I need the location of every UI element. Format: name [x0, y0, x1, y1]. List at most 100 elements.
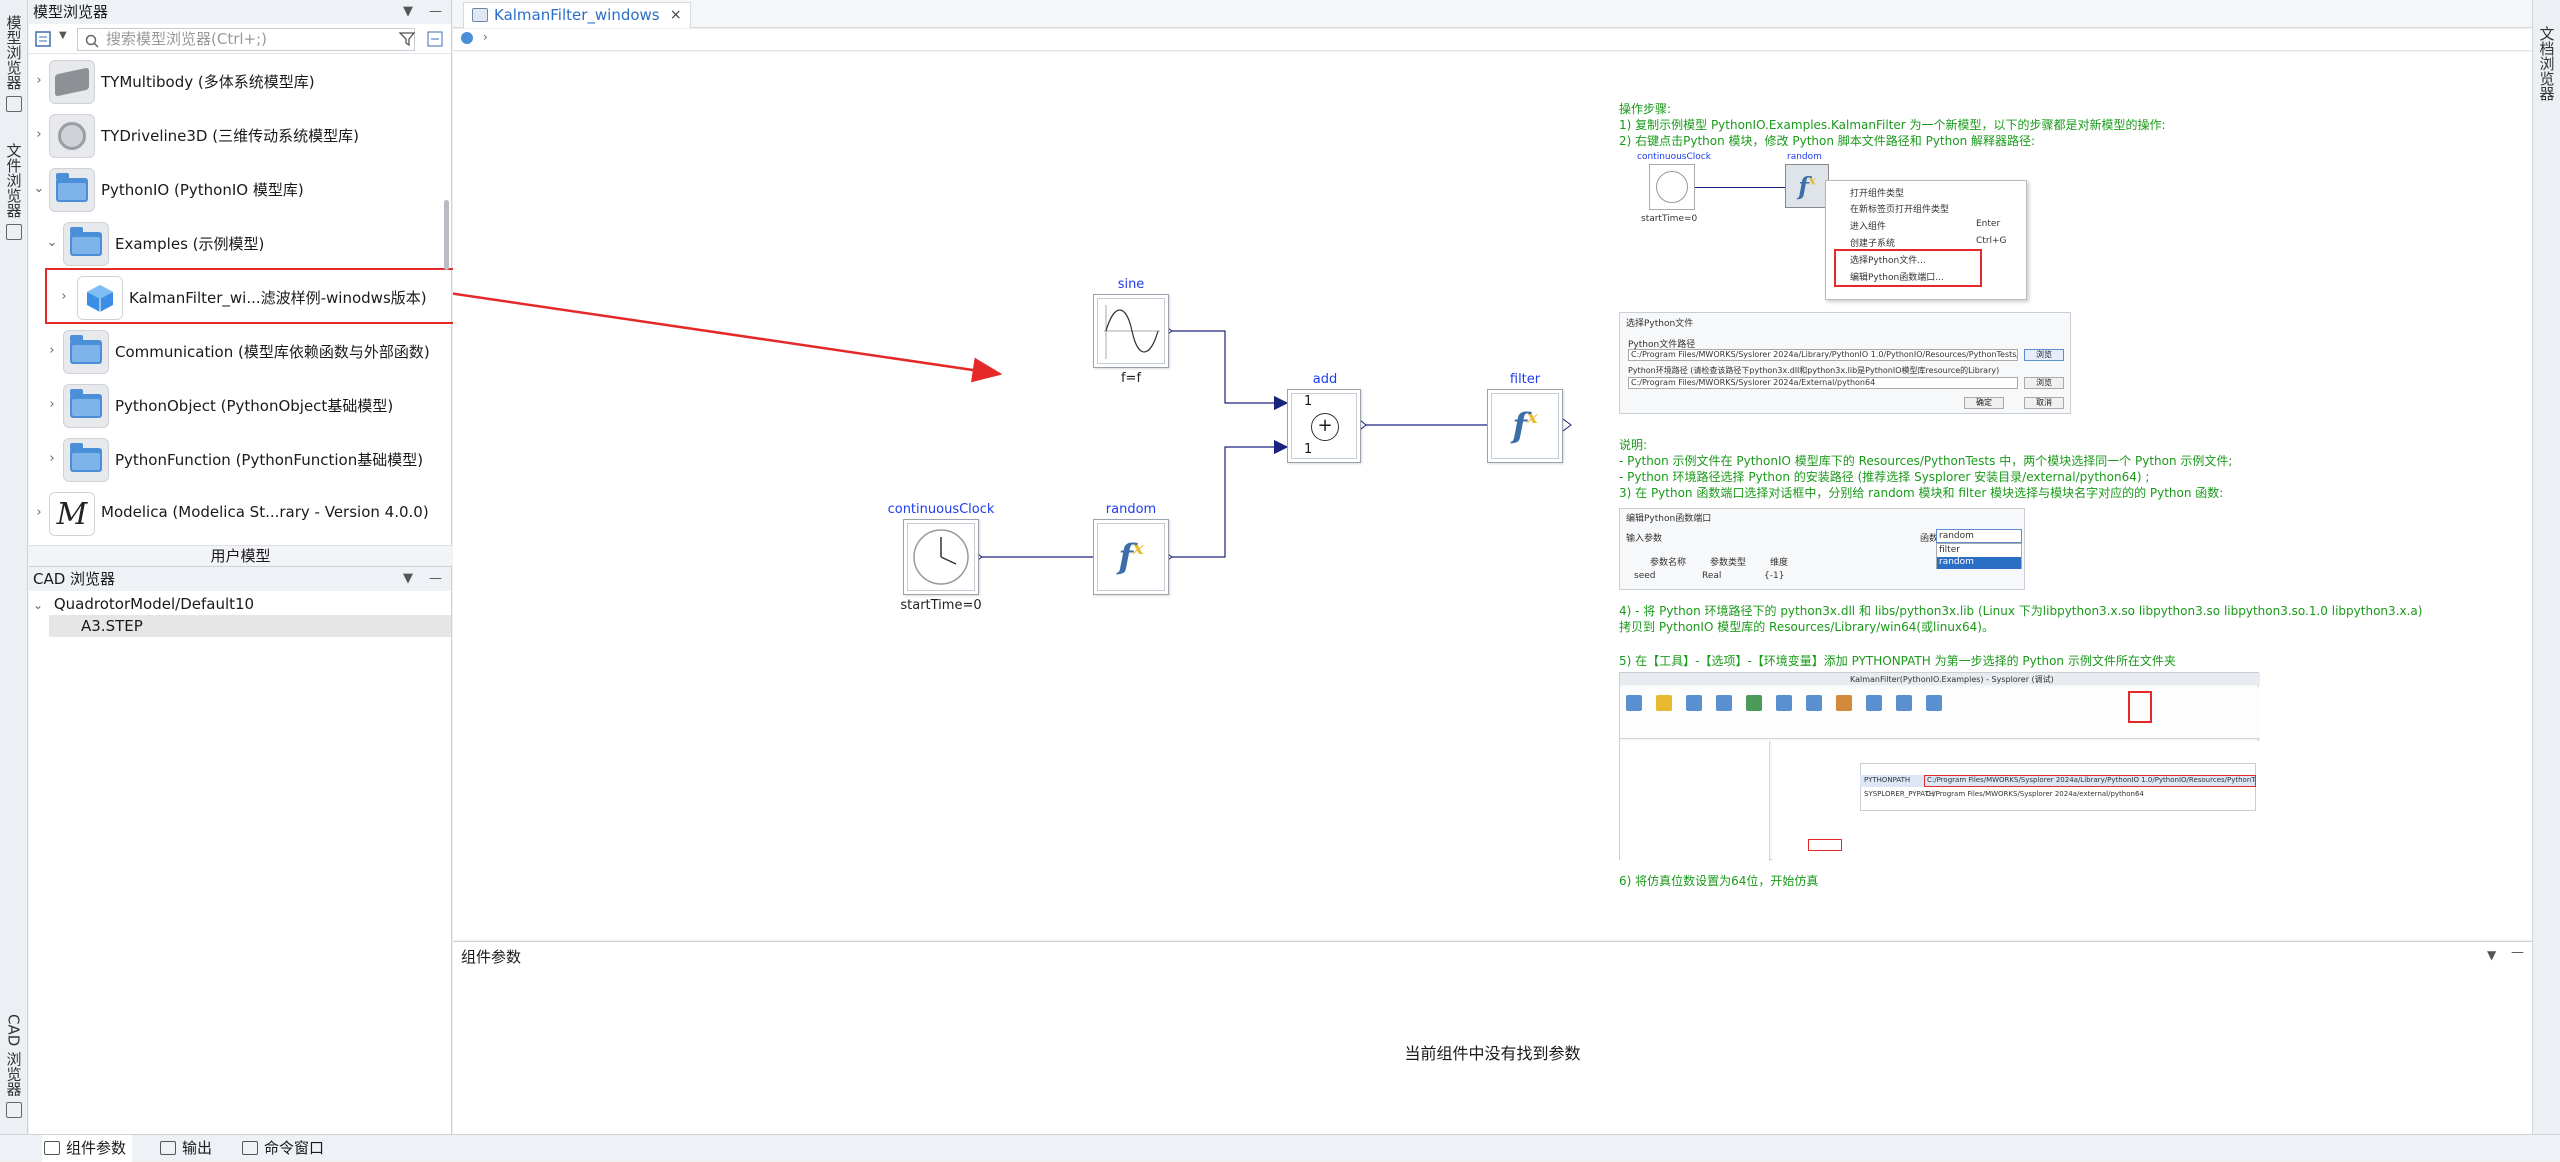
- tab-label: 输出: [182, 1139, 213, 1157]
- tree-item-label: Modelica (Modelica St...rary - Version 4…: [101, 503, 429, 521]
- bottom-tab-bar: 组件参数 输出 命令窗口: [0, 1134, 2560, 1162]
- file-browser-icon[interactable]: [6, 224, 22, 240]
- filter-icon[interactable]: [399, 31, 417, 47]
- chevron-down-icon[interactable]: ⌄: [32, 181, 46, 196]
- instruction-screenshot-env-vars: KalmanFilter(PythonIO.Examples) - Sysplo…: [1619, 672, 2260, 861]
- chevron-right-icon[interactable]: ›: [45, 451, 59, 466]
- tree-item-label: Communication (模型库依赖函数与外部函数): [115, 343, 430, 361]
- tree-item-pythonobject[interactable]: › PythonObject (PythonObject基础模型): [29, 379, 449, 433]
- vtab-document-browser[interactable]: 文档浏览器: [2535, 8, 2559, 118]
- chevron-down-icon[interactable]: ⌄: [45, 235, 59, 250]
- desc-line1: - Python 示例文件在 PythonIO 模型库下的 Resources/…: [1619, 454, 2233, 468]
- tree-item-examples[interactable]: ⌄ Examples (示例模型): [29, 217, 449, 271]
- block-clock-param: startTime=0: [900, 598, 982, 613]
- minimize-icon[interactable]: —: [2511, 945, 2524, 960]
- user-models-label[interactable]: 用户模型: [29, 545, 452, 565]
- folder-icon: [63, 384, 109, 428]
- cad-browser-icon[interactable]: [6, 1102, 22, 1118]
- wire-random-add: [1168, 439, 1289, 558]
- model-browser-scrollbar[interactable]: [444, 200, 449, 270]
- chevron-right-icon[interactable]: ›: [483, 30, 488, 44]
- desc-line2: - Python 环境路径选择 Python 的安装路径 (推荐选择 Syspl…: [1619, 470, 2150, 484]
- folder-icon: [49, 168, 95, 212]
- instructions-step4a: 4) - 将 Python 环境路径下的 python3x.dll 和 libs…: [1619, 604, 2423, 618]
- tab-component-params[interactable]: 组件参数: [42, 1135, 132, 1162]
- cad-item-a3step[interactable]: A3.STEP: [49, 615, 451, 637]
- tree-item-pythonfunction[interactable]: › PythonFunction (PythonFunction基础模型): [29, 433, 449, 487]
- block-random-label: random: [1105, 502, 1157, 517]
- tree-item-tymultibody[interactable]: › TYMultibody (多体系统模型库): [29, 55, 449, 109]
- block-sine[interactable]: [1093, 294, 1169, 368]
- instruction-screenshot-function-port: 编辑Python函数端口 输入参数 函数 random filter rando…: [1619, 508, 2025, 590]
- block-sine-label: sine: [1117, 277, 1145, 292]
- chevron-right-icon[interactable]: ›: [45, 397, 59, 412]
- mini-random-block: fx: [1785, 164, 1829, 208]
- block-continuous-clock[interactable]: [903, 519, 979, 595]
- tree-item-label: KalmanFilter_wi...滤波样例-winodws版本): [129, 289, 427, 307]
- tree-item-communication[interactable]: › Communication (模型库依赖函数与外部函数): [29, 325, 449, 379]
- view-dropdown-icon[interactable]: ▼: [59, 30, 67, 41]
- vtab-cad-browser[interactable]: CAD 浏览器: [2, 1010, 26, 1100]
- cad-browser-title: CAD 浏览器: [33, 570, 116, 588]
- diagram-icon: [472, 8, 488, 22]
- block-filter[interactable]: fx: [1487, 389, 1563, 463]
- chevron-right-icon[interactable]: ›: [45, 343, 59, 358]
- tab-label: 组件参数: [66, 1139, 127, 1157]
- mini-start-label: startTime=0: [1641, 214, 1698, 224]
- block-add-label: add: [1312, 372, 1338, 387]
- chevron-down-icon[interactable]: ▼: [2487, 948, 2496, 962]
- model-browser-toolbar: ▼ 搜索模型浏览器(Ctrl+;): [29, 24, 451, 54]
- mini-clock-label: continuousClock: [1637, 152, 1711, 162]
- annotation-arrow: [453, 292, 1003, 383]
- folder-icon: [63, 330, 109, 374]
- block-random[interactable]: fx: [1093, 519, 1169, 595]
- tree-item-label: PythonObject (PythonObject基础模型): [115, 397, 394, 415]
- chevron-down-icon[interactable]: ▼: [403, 567, 413, 591]
- minimize-icon[interactable]: —: [429, 567, 442, 591]
- folder-icon: [63, 438, 109, 482]
- minimize-icon[interactable]: —: [429, 0, 442, 24]
- modelica-icon: M: [49, 492, 95, 536]
- diagram-canvas[interactable]: sine f=f add 1 1 + filter fx continuousC…: [453, 52, 2532, 940]
- library-icon: [49, 114, 95, 158]
- model-browser-icon[interactable]: [6, 96, 22, 112]
- block-add[interactable]: 1 1 +: [1287, 389, 1361, 463]
- tree-view-icon[interactable]: [35, 31, 51, 47]
- model-icon[interactable]: [461, 32, 473, 44]
- mini-context-menu: 打开组件类型 在新标签页打开组件类型 进入组件 Enter 创建子系统 Ctrl…: [1825, 180, 2027, 300]
- cad-item-label: A3.STEP: [81, 617, 143, 635]
- tree-item-label: TYMultibody (多体系统模型库): [101, 73, 315, 91]
- cad-item-quadrotor[interactable]: ⌄ QuadrotorModel/Default10: [33, 593, 254, 615]
- chevron-right-icon[interactable]: ›: [32, 73, 46, 88]
- tab-output[interactable]: 输出: [158, 1135, 218, 1162]
- chevron-right-icon[interactable]: ›: [57, 289, 71, 304]
- block-filter-label: filter: [1509, 372, 1541, 387]
- folder-icon: [63, 222, 109, 266]
- tab-command-window[interactable]: 命令窗口: [240, 1135, 330, 1162]
- chevron-down-icon[interactable]: ⌄: [33, 598, 43, 612]
- tree-item-label: PythonIO (PythonIO 模型库): [101, 181, 304, 199]
- list-icon: [44, 1141, 60, 1155]
- tree-item-label: PythonFunction (PythonFunction基础模型): [115, 451, 424, 469]
- instruction-screenshot-context-menu: continuousClock startTime=0 random fx 打开…: [1619, 152, 2027, 300]
- instructions-step2: 2) 右键点击Python 模块，修改 Python 脚本文件路径和 Pytho…: [1619, 134, 2036, 148]
- chevron-right-icon[interactable]: ›: [32, 127, 46, 142]
- add-symbol: +: [1311, 413, 1339, 441]
- close-icon[interactable]: ×: [670, 3, 682, 27]
- tree-item-kalmanfilter[interactable]: › KalmanFilter_wi...滤波样例-winodws版本): [29, 271, 449, 325]
- collapse-all-icon[interactable]: [427, 31, 443, 47]
- tree-item-pythonio[interactable]: ⌄ PythonIO (PythonIO 模型库): [29, 163, 449, 217]
- chevron-down-icon[interactable]: ▼: [403, 0, 413, 24]
- instructions-step3: 3) 在 Python 函数端口选择对话框中，分别给 random 模块和 fi…: [1619, 486, 2224, 500]
- vtab-model-browser[interactable]: 模型浏览器: [2, 12, 26, 92]
- vtab-file-browser[interactable]: 文件浏览器: [2, 140, 26, 220]
- mini-highlight-box: [1834, 249, 1982, 287]
- instructions-step6: 6) 将仿真位数设置为64位，开始仿真: [1619, 874, 1819, 888]
- mini-random-label: random: [1787, 152, 1822, 162]
- model-browser-panel: 模型浏览器 ▼ — ▼ 搜索模型浏览器(Ctrl+;) › TYMultibod…: [29, 0, 463, 565]
- tab-kalmanfilter-windows[interactable]: KalmanFilter_windows ×: [463, 2, 691, 28]
- chevron-right-icon[interactable]: ›: [32, 505, 46, 520]
- search-input[interactable]: 搜索模型浏览器(Ctrl+;): [77, 28, 415, 51]
- tree-item-modelica[interactable]: › M Modelica (Modelica St...rary - Versi…: [29, 487, 449, 541]
- tree-item-tydriveline3d[interactable]: › TYDriveline3D (三维传动系统模型库): [29, 109, 449, 163]
